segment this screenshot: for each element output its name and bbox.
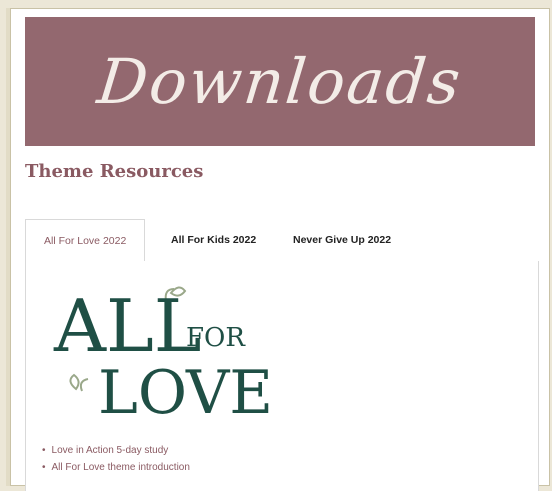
logo-love-text: LOVE [98,358,273,428]
bullet-icon: • [42,445,46,456]
resource-list: • Love in Action 5-day study • All For Lov… [42,445,190,479]
resource-link[interactable]: • All For Love theme introduction [42,462,190,473]
content-frame: Downloads Theme Resources All For Love 2… [10,8,550,491]
resource-link[interactable]: • Love in Action 5-day study [42,445,190,456]
all-for-love-logo: ALL FOR LOVE [53,284,273,428]
tab-all-for-love-2022[interactable]: All For Love 2022 [25,219,146,263]
downloads-banner: Downloads [25,17,535,146]
resource-link-label: Love in Action 5-day study [51,445,169,456]
banner-title: Downloads [94,45,466,118]
logo-all-text: ALL [53,284,202,368]
resource-link-label: All For Love theme introduction [51,462,190,473]
tab-panel-all-for-love: ALL FOR LOVE • Love in Action 5-day study… [25,261,539,491]
tab-all-for-kids-2022[interactable]: All For Kids 2022 [153,219,274,261]
tab-never-give-up-2022[interactable]: Never Give Up 2022 [275,219,409,261]
bullet-icon: • [42,462,46,473]
logo-for-text: FOR [186,323,246,353]
section-title: Theme Resources [25,161,204,182]
tab-bar: All For Love 2022 All For Kids 2022 Neve… [25,219,537,263]
